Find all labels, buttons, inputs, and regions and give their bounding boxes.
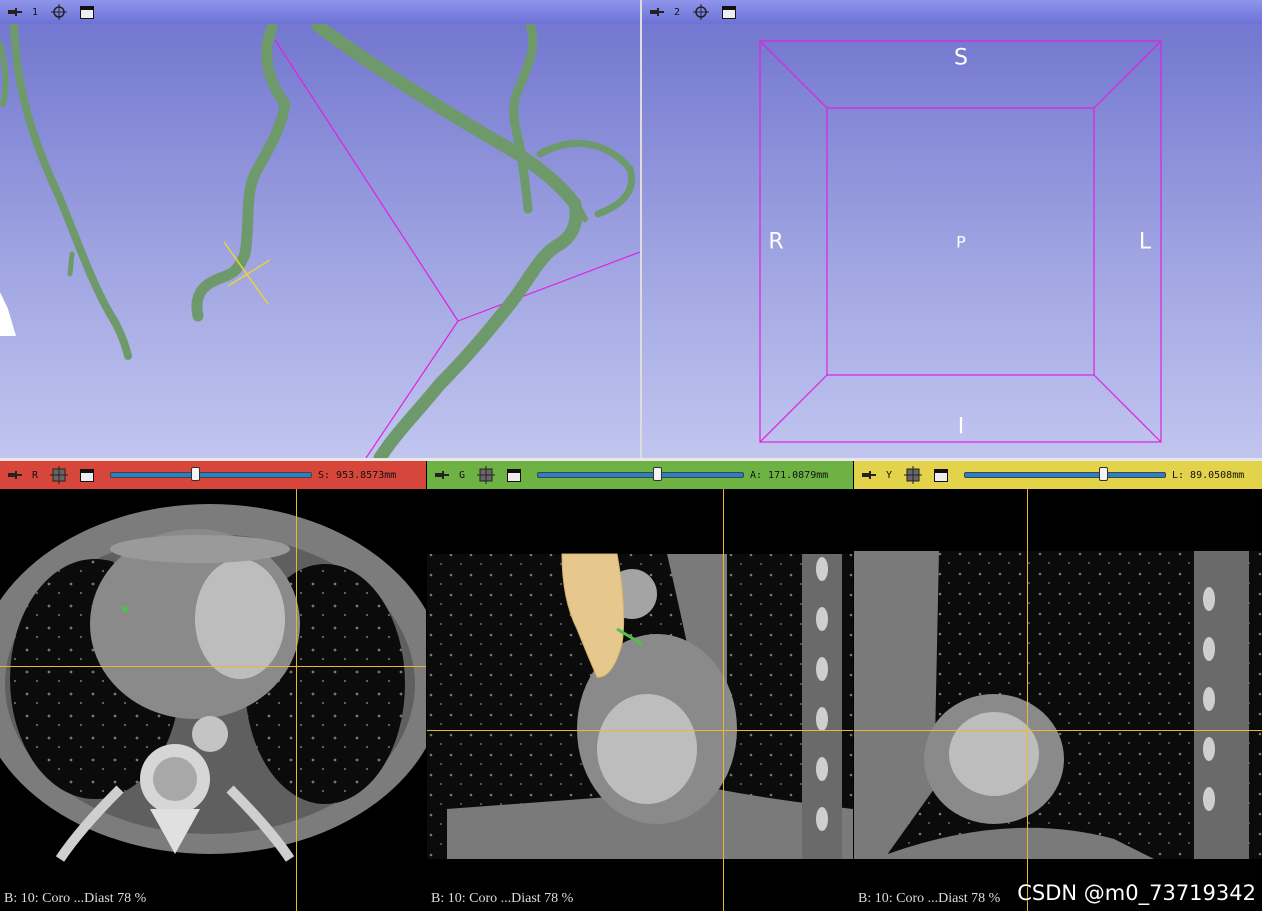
red-controller-bar[interactable]: R S: 953.8573mm [0, 461, 426, 489]
center-view-icon[interactable] [50, 3, 68, 21]
pin-icon[interactable] [862, 470, 876, 480]
orientation-label-inferior: I [957, 414, 965, 440]
view-label: G [459, 469, 466, 481]
green-slice-image[interactable]: B: 10: Coro ...Diast 78 % [427, 489, 853, 911]
coronary-vessel-model [0, 24, 635, 458]
slider-thumb[interactable] [191, 467, 200, 481]
view-index-label: 1 [32, 6, 39, 18]
green-controller-bar[interactable]: G A: 171.0879mm [427, 461, 853, 489]
3d-render-scene[interactable] [0, 24, 640, 458]
3d-view-1-controller-bar[interactable]: 1 [0, 0, 640, 24]
slice-offset-value: A: 171.0879mm [750, 469, 829, 481]
slider-thumb[interactable] [652, 467, 662, 481]
red-slice-image[interactable]: B: 10: Coro ...Diast 78 % [0, 489, 426, 911]
layer-visibility-icon[interactable] [904, 466, 922, 484]
slider-thumb[interactable] [1099, 467, 1108, 481]
view-label: Y [886, 469, 893, 481]
crosshair-vertical [1027, 489, 1028, 911]
slice-offset-slider[interactable] [964, 467, 1166, 481]
orientation-label-left: L [1138, 229, 1152, 255]
corner-annotation: B: 10: Coro ...Diast 78 % [4, 891, 147, 906]
watermark-text: CSDN @m0_73719342 [1017, 881, 1256, 905]
slice-offset-value: S: 953.8573mm [318, 469, 397, 481]
view-label: R [32, 469, 39, 481]
maximize-view-icon[interactable] [934, 468, 948, 482]
corner-annotation: B: 10: Coro ...Diast 78 % [858, 891, 1001, 906]
crosshair-horizontal [854, 730, 1262, 731]
orientation-label-superior: S [954, 45, 968, 71]
pin-icon[interactable] [8, 470, 22, 480]
layer-visibility-icon[interactable] [477, 466, 495, 484]
maximize-view-icon[interactable] [80, 5, 94, 19]
crosshair-horizontal [0, 666, 426, 667]
slice-view-red[interactable]: R S: 953.8573mm B: 10: Coro ...Diast 78 … [0, 461, 426, 911]
3d-view-1[interactable]: 1 [0, 0, 640, 458]
orientation-marker-fragment [0, 292, 16, 336]
maximize-view-icon[interactable] [507, 468, 521, 482]
crosshair-vertical [296, 489, 297, 911]
maximize-view-icon[interactable] [80, 468, 94, 482]
slice-offset-value: L: 89.0508mm [1172, 469, 1245, 481]
pin-icon[interactable] [8, 7, 22, 17]
layer-visibility-icon[interactable] [50, 466, 68, 484]
bounding-box-outline [274, 39, 640, 458]
corner-annotation: B: 10: Coro ...Diast 78 % [431, 891, 574, 906]
pin-icon[interactable] [435, 470, 449, 480]
slice-view-yellow[interactable]: Y L: 89.0508mm B: 10: Coro ...Diast 78 % [854, 461, 1262, 911]
3d-view-2[interactable]: 2 S I R L P [642, 0, 1262, 458]
crosshair-vertical [723, 489, 724, 911]
slice-view-green[interactable]: G A: 171.0879mm B: 10: Coro ...Diast 78 … [427, 461, 853, 911]
orientation-label-right: R [768, 229, 784, 255]
slice-offset-slider[interactable] [110, 467, 312, 481]
crosshair-horizontal [427, 730, 853, 731]
bounding-box-render [759, 40, 1162, 443]
slice-offset-slider[interactable] [537, 467, 744, 481]
yellow-slice-image[interactable]: B: 10: Coro ...Diast 78 % [854, 489, 1262, 911]
orientation-label-posterior: P [956, 232, 966, 252]
yellow-controller-bar[interactable]: Y L: 89.0508mm [854, 461, 1262, 489]
